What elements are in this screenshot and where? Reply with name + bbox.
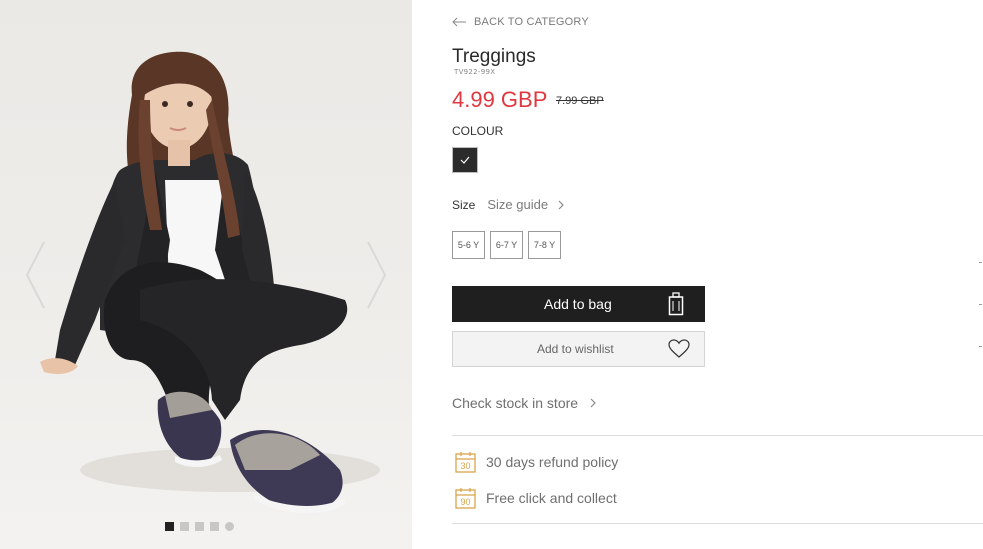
size-guide-label: Size guide [487, 197, 549, 212]
product-photo [40, 51, 380, 514]
add-to-wishlist-label: Add to wishlist [537, 342, 614, 356]
colour-label: COLOUR [452, 124, 504, 138]
previous-image-button[interactable] [24, 240, 48, 310]
add-to-bag-button[interactable]: Add to bag [452, 286, 705, 322]
next-image-button[interactable] [364, 240, 388, 310]
calendar-badge: 90 [460, 497, 470, 507]
refund-policy-item: 30 30 days refund policy [455, 451, 618, 473]
product-image-gallery [0, 0, 412, 549]
colour-swatch-selected[interactable] [452, 147, 478, 173]
gallery-dot[interactable] [180, 522, 189, 531]
check-stock-link[interactable]: Check stock in store [452, 395, 596, 411]
arrow-left-icon [452, 17, 466, 27]
sale-price: 4.99 GBP [452, 87, 548, 112]
product-sku: TV922-99X [454, 68, 496, 76]
chevron-right-icon [558, 200, 564, 209]
original-price: 7.99 GBP [556, 95, 604, 107]
size-option[interactable]: 6-7 Y [490, 231, 523, 259]
calendar-badge: 30 [460, 461, 470, 471]
side-panel-edge [979, 262, 983, 388]
check-stock-label: Check stock in store [452, 395, 579, 411]
calendar-90-icon: 90 [455, 488, 476, 509]
size-option[interactable]: 5-6 Y [452, 231, 485, 259]
size-label: Size [452, 197, 476, 212]
size-row: Size Size guide [452, 197, 564, 212]
product-title: Treggings [452, 46, 536, 67]
chevron-left-icon [25, 241, 45, 309]
divider [452, 435, 983, 436]
click-collect-item: 90 Free click and collect [455, 487, 617, 509]
size-option[interactable]: 7-8 Y [528, 231, 561, 259]
heart-icon [668, 339, 690, 358]
shopping-bag-icon [668, 292, 684, 316]
gallery-pagination [165, 522, 234, 531]
gallery-dot[interactable] [195, 522, 204, 531]
add-to-bag-label: Add to bag [544, 296, 612, 312]
click-collect-label: Free click and collect [486, 490, 617, 506]
add-to-wishlist-button[interactable]: Add to wishlist [452, 331, 705, 367]
size-options: 5-6 Y 6-7 Y 7-8 Y [452, 231, 561, 259]
calendar-30-icon: 30 [455, 452, 476, 473]
chevron-right-icon [367, 241, 387, 309]
gallery-dot-video[interactable] [225, 522, 234, 531]
refund-policy-label: 30 days refund policy [486, 454, 619, 470]
check-icon [460, 156, 470, 164]
chevron-right-icon [590, 398, 596, 408]
gallery-dot[interactable] [165, 522, 174, 531]
gallery-dot[interactable] [210, 522, 219, 531]
back-to-category-label: BACK TO CATEGORY [474, 16, 589, 28]
back-to-category-link[interactable]: BACK TO CATEGORY [452, 16, 589, 28]
size-guide-link[interactable]: Size guide [487, 197, 564, 212]
divider [452, 523, 983, 524]
